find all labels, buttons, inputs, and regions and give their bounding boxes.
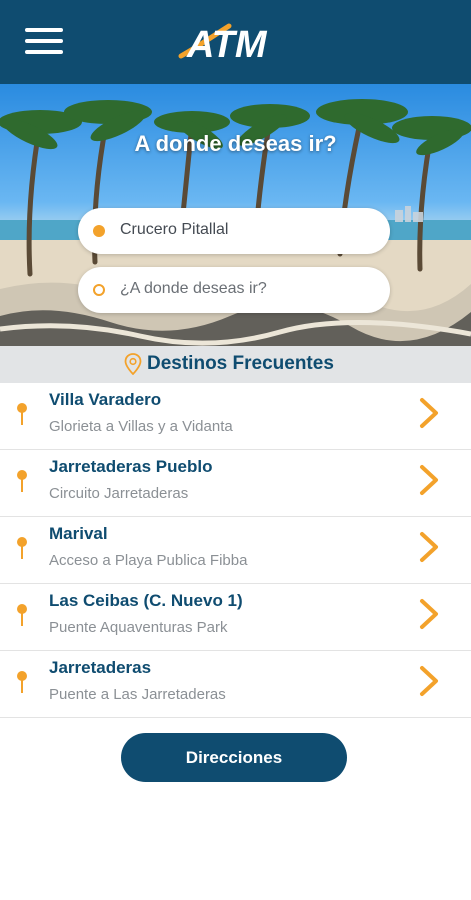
map-pin-icon xyxy=(17,537,27,559)
destination-name: Las Ceibas (C. Nuevo 1) xyxy=(49,591,243,610)
hamburger-menu-icon[interactable] xyxy=(25,28,63,54)
destination-description: Puente Aquaventuras Park xyxy=(49,619,228,636)
chevron-right-icon xyxy=(420,599,438,629)
hero-title: A donde deseas ir? xyxy=(134,131,337,156)
atm-logo: ATM xyxy=(177,22,293,66)
destination-name: Jarretaderas Pueblo xyxy=(49,457,213,476)
destination-name: Jarretaderas xyxy=(49,658,152,677)
destination-description: Puente a Las Jarretaderas xyxy=(49,686,226,703)
destination-name: Marival xyxy=(49,524,108,543)
map-pin-icon xyxy=(17,671,27,693)
destination-description: Circuito Jarretaderas xyxy=(49,485,189,502)
destination-item-marival[interactable]: Marival Acceso a Playa Publica Fibba xyxy=(0,517,471,584)
chevron-right-icon xyxy=(420,465,438,495)
directions-button[interactable]: Direcciones xyxy=(121,733,347,782)
svg-text:ATM: ATM xyxy=(186,24,268,64)
origin-value: Crucero Pitallal xyxy=(120,221,229,238)
destination-item-villa-varadero[interactable]: Villa Varadero Glorieta a Villas y a Vid… xyxy=(0,383,471,450)
destination-description: Glorieta a Villas y a Vidanta xyxy=(49,418,233,435)
destination-item-jarretaderas[interactable]: Jarretaderas Puente a Las Jarretaderas xyxy=(0,651,471,718)
chevron-right-icon xyxy=(420,666,438,696)
filled-dot-icon xyxy=(93,225,105,237)
destination-item-jarretaderas-pueblo[interactable]: Jarretaderas Pueblo Circuito Jarretadera… xyxy=(0,450,471,517)
origin-field[interactable]: Crucero Pitallal xyxy=(78,208,390,254)
destinations-list: Villa Varadero Glorieta a Villas y a Vid… xyxy=(0,383,471,718)
map-pin-icon xyxy=(17,604,27,626)
chevron-right-icon xyxy=(420,398,438,428)
frequent-destinations-header: Destinos Frecuentes xyxy=(0,346,471,383)
destination-item-las-ceibas[interactable]: Las Ceibas (C. Nuevo 1) Puente Aquaventu… xyxy=(0,584,471,651)
chevron-right-icon xyxy=(420,532,438,562)
hero-banner: A donde deseas ir? Crucero Pitallal ¿A d… xyxy=(0,84,471,346)
destination-description: Acceso a Playa Publica Fibba xyxy=(49,552,248,569)
hollow-dot-icon xyxy=(93,284,105,296)
destination-name: Villa Varadero xyxy=(49,390,162,409)
section-title: Destinos Frecuentes xyxy=(147,353,334,374)
location-pin-icon xyxy=(124,353,142,375)
app-header: ATM xyxy=(0,0,471,84)
map-pin-icon xyxy=(17,470,27,492)
destination-placeholder: ¿A donde deseas ir? xyxy=(120,280,267,297)
map-pin-icon xyxy=(17,403,27,425)
destination-search-input[interactable]: ¿A donde deseas ir? xyxy=(78,267,390,313)
